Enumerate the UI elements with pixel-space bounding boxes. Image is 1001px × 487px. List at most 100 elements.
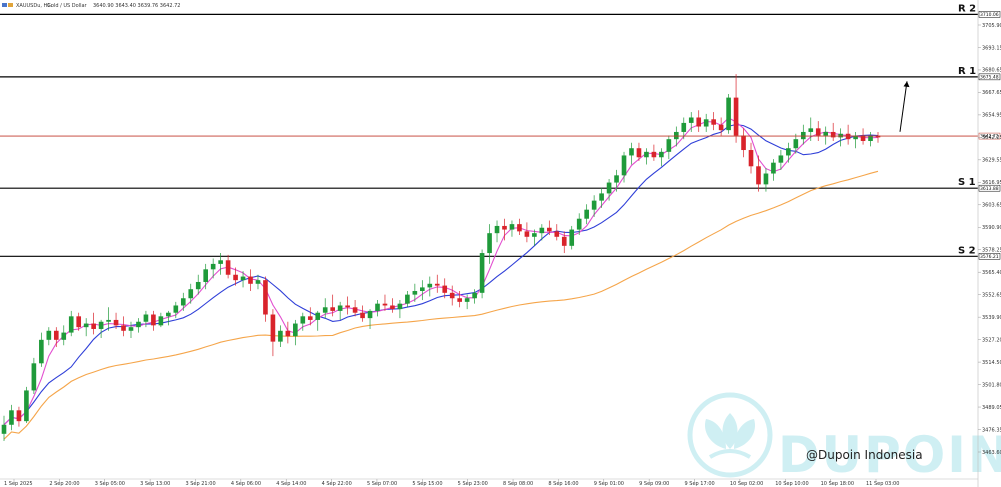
candle-body	[434, 283, 440, 286]
level-price-tag-label: 3613.88	[980, 186, 999, 192]
candle-body	[315, 312, 321, 320]
candle-body	[487, 233, 492, 254]
header-description: Gold / US Dollar	[47, 3, 88, 9]
time-tick-label: 2 Sep 20:00	[49, 481, 79, 487]
candle-body	[778, 155, 784, 163]
price-tick-label: 3476.35	[982, 427, 1001, 433]
time-tick-label: 11 Sep 03:00	[866, 481, 899, 487]
candle-body	[688, 117, 694, 123]
candle-body	[584, 209, 589, 219]
candle-body	[53, 330, 59, 340]
candle-body	[815, 128, 821, 136]
candle-body	[390, 305, 395, 310]
candle-body	[666, 139, 672, 152]
candle-body	[180, 298, 186, 306]
candle-body	[823, 131, 829, 136]
candle-body	[696, 117, 702, 127]
candle-body	[412, 291, 418, 295]
candle-body	[420, 287, 425, 292]
candle-body	[748, 150, 754, 167]
candle-body	[599, 193, 604, 201]
time-tick-label: 9 Sep 01:00	[594, 481, 624, 487]
candle-body	[218, 260, 223, 264]
candle-body	[128, 327, 134, 331]
candle-body	[248, 276, 253, 284]
candle-body	[576, 218, 582, 230]
candle-body	[285, 330, 291, 337]
candle-body	[554, 231, 560, 237]
level-price-tag-label: 3675.48	[980, 74, 999, 80]
candle-body	[786, 148, 791, 156]
candle-body	[457, 298, 462, 302]
candle-body	[382, 303, 388, 306]
candle-body	[345, 305, 350, 308]
price-tick-label: 3565.40	[982, 270, 1001, 276]
time-tick-label: 3 Sep 21:00	[185, 481, 215, 487]
candle-body	[659, 151, 664, 158]
candle	[726, 93, 731, 134]
candle-body	[644, 151, 649, 158]
price-tick-label: 3552.65	[982, 292, 1001, 298]
price-chart[interactable]: DUPOIN @Dupoin Indonesia R 23710.06R 136…	[0, 0, 1001, 487]
candle-body	[1, 424, 7, 434]
time-tick-label: 10 Sep 18:00	[821, 481, 854, 487]
time-tick-label: 3 Sep 05:00	[95, 481, 125, 487]
candle-body	[270, 314, 276, 342]
candle-body	[509, 224, 515, 230]
candle-body	[636, 148, 642, 158]
candle-body	[629, 148, 634, 156]
price-tick-label: 3616.95	[982, 180, 1001, 186]
candle-body	[31, 363, 37, 391]
candle-body	[502, 225, 507, 230]
time-tick-label: 8 Sep 08:00	[503, 481, 533, 487]
candle-body	[173, 305, 179, 313]
candle-body	[771, 162, 776, 174]
time-tick-label: 8 Sep 16:00	[548, 481, 578, 487]
candle-body	[838, 133, 843, 138]
price-tick-label: 3693.15	[982, 45, 1001, 51]
candle-body	[76, 316, 82, 328]
candle-body	[233, 274, 238, 281]
price-tick-label: 3680.65	[982, 68, 1001, 74]
candle-body	[91, 323, 96, 329]
candle-body	[39, 339, 44, 364]
candle-body	[68, 316, 74, 333]
candle-body	[808, 128, 814, 132]
candle-body	[46, 330, 52, 340]
price-tick-label: 3705.90	[982, 23, 1001, 29]
candle-body	[121, 325, 126, 331]
price-tick-label: 3539.90	[982, 315, 1001, 321]
candle-body	[397, 303, 403, 310]
price-tick-label: 3667.65	[982, 90, 1001, 96]
candle-body	[240, 276, 246, 281]
candle	[479, 249, 485, 299]
candle-body	[367, 310, 373, 319]
candle-body	[711, 119, 716, 125]
candle-body	[210, 263, 216, 270]
price-tick-label: 3514.50	[982, 360, 1001, 366]
candle-body	[113, 319, 119, 326]
candle-body	[479, 253, 485, 293]
candle-body	[621, 155, 627, 176]
symbol-flag-icon	[2, 3, 7, 7]
watermark-handle: @Dupoin Indonesia	[806, 448, 923, 462]
chart-type-icon	[8, 3, 13, 7]
candle-body	[203, 269, 209, 282]
time-tick-label: 4 Sep 22:00	[322, 481, 352, 487]
candle	[31, 357, 37, 395]
candle-body	[703, 119, 709, 127]
candle-body	[158, 316, 164, 326]
candle-body	[741, 135, 746, 151]
candle-body	[293, 323, 298, 337]
candle-body	[352, 307, 358, 313]
candle-body	[494, 225, 500, 234]
candle-body	[726, 97, 731, 131]
level-price-tag-label: 3710.06	[980, 12, 999, 18]
candle-body	[569, 229, 575, 246]
candle-body	[278, 330, 283, 342]
candle-body	[24, 390, 29, 422]
candle-body	[517, 224, 522, 232]
price-tick-label: 3629.55	[982, 158, 1001, 164]
candle-body	[83, 323, 89, 328]
time-tick-label: 4 Sep 14:00	[276, 481, 306, 487]
